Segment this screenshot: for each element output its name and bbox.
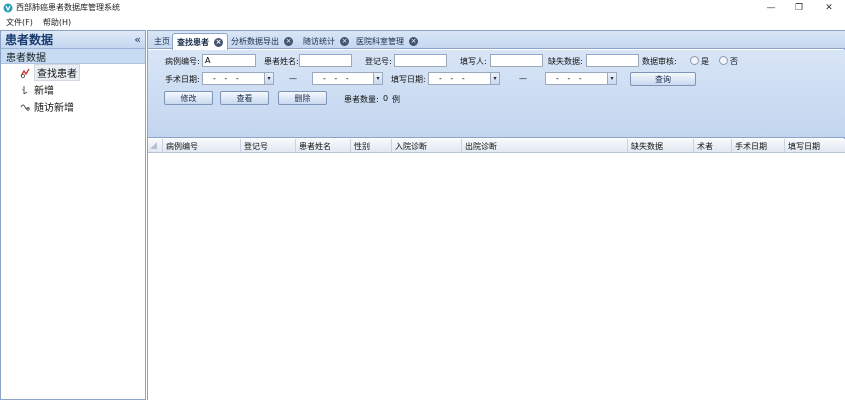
minimize-button[interactable]: — xyxy=(756,0,786,15)
case-no-label: 病例编号: xyxy=(165,57,200,66)
chevron-down-icon[interactable]: ▾ xyxy=(607,73,616,84)
nav-group-header[interactable]: 患者数据 xyxy=(1,49,145,64)
close-tab-icon[interactable]: × xyxy=(340,37,349,46)
tab-label: 分析数据导出 xyxy=(231,37,279,46)
review-no-radio[interactable] xyxy=(719,56,728,65)
add-icon xyxy=(21,85,28,94)
close-tab-icon[interactable]: × xyxy=(409,37,418,46)
nav-item-label: 新增 xyxy=(34,86,54,97)
tab-label: 查找患者 xyxy=(177,37,209,47)
collapse-panel-button[interactable]: « xyxy=(134,33,141,46)
review-yes-label: 是 xyxy=(701,57,709,66)
patient-count-value: 0 xyxy=(383,94,389,103)
title-bar: 西部肺癌患者数据库管理系统 xyxy=(0,0,845,15)
column-header[interactable]: 出院诊断 xyxy=(462,139,628,153)
tab-label: 主页 xyxy=(154,37,170,46)
column-header[interactable]: 登记号 xyxy=(241,139,296,153)
filter-panel: 病例编号: A 患者姓名: 登记号: 填写人: 缺失数据: 数据审核: 是 否 … xyxy=(148,50,845,138)
range-dash: — xyxy=(289,74,297,83)
main-area: 主页 查找患者 × 分析数据导出 × 随访统计 × 医院科室管理 × 病例编号:… xyxy=(147,30,845,400)
filler-label: 填写人: xyxy=(460,57,487,66)
case-no-input[interactable]: A xyxy=(202,54,256,67)
date-placeholder: - - - xyxy=(439,74,468,83)
tab-find-patient[interactable]: 查找患者 × xyxy=(172,33,228,50)
nav-item-find-patient[interactable]: 查找患者 xyxy=(1,64,145,81)
search-patient-icon xyxy=(20,68,30,78)
chevron-down-icon[interactable]: ▾ xyxy=(490,73,499,84)
tab-label: 随访统计 xyxy=(303,37,335,46)
surgery-date-from[interactable]: - - - ▾ xyxy=(202,72,274,85)
left-panel-title: 患者数据 xyxy=(5,33,54,47)
column-header[interactable]: 术者 xyxy=(694,139,732,153)
menu-file[interactable]: 文件(F) xyxy=(6,17,33,28)
nav-item-label: 查找患者 xyxy=(34,64,80,81)
chevron-down-icon[interactable]: ▾ xyxy=(373,73,382,84)
date-placeholder: - - - xyxy=(556,74,585,83)
fill-date-label: 填写日期: xyxy=(391,75,426,84)
date-placeholder: - - - xyxy=(213,74,242,83)
chevron-down-icon[interactable]: ▾ xyxy=(264,73,273,84)
edit-button[interactable]: 修改 xyxy=(164,91,213,105)
column-header[interactable]: 手术日期 xyxy=(732,139,785,153)
column-header[interactable]: 入院诊断 xyxy=(392,139,462,153)
nav-item-label: 随访新增 xyxy=(34,103,74,114)
patient-count-unit: 例 xyxy=(392,95,400,104)
grid-corner-icon[interactable] xyxy=(148,139,163,153)
app-logo-icon xyxy=(3,3,13,12)
date-placeholder: - - - xyxy=(323,74,352,83)
review-yes-radio[interactable] xyxy=(690,56,699,65)
column-header[interactable]: 填写日期 xyxy=(785,139,845,153)
patient-name-input[interactable] xyxy=(299,54,352,67)
patient-grid[interactable]: 病例编号 登记号 患者姓名 性别 入院诊断 出院诊断 缺失数据 术者 手术日期 … xyxy=(148,139,845,400)
column-header[interactable]: 性别 xyxy=(351,139,392,153)
tab-followup-stats[interactable]: 随访统计 × xyxy=(298,33,354,49)
tab-label: 医院科室管理 xyxy=(356,37,404,46)
patient-count-label: 患者数量: xyxy=(344,95,379,104)
delete-button[interactable]: 删除 xyxy=(278,91,327,105)
fill-date-from[interactable]: - - - ▾ xyxy=(428,72,500,85)
column-header[interactable]: 病例编号 xyxy=(163,139,241,153)
register-no-input[interactable] xyxy=(394,54,447,67)
review-no-label: 否 xyxy=(730,57,738,66)
tab-hospital-dept[interactable]: 医院科室管理 × xyxy=(351,33,423,49)
surgery-date-label: 手术日期: xyxy=(165,75,200,84)
window-title: 西部肺癌患者数据库管理系统 xyxy=(16,3,120,12)
data-review-label: 数据审核: xyxy=(642,57,677,66)
missing-data-input[interactable] xyxy=(586,54,639,67)
tab-export-analysis[interactable]: 分析数据导出 × xyxy=(226,33,298,49)
grid-header: 病例编号 登记号 患者姓名 性别 入院诊断 出院诊断 缺失数据 术者 手术日期 … xyxy=(148,139,845,153)
query-button[interactable]: 查询 xyxy=(630,72,696,86)
close-tab-icon[interactable]: × xyxy=(284,37,293,46)
followup-icon xyxy=(20,104,30,111)
view-button[interactable]: 查看 xyxy=(220,91,269,105)
patient-name-label: 患者姓名: xyxy=(264,57,299,66)
register-no-label: 登记号: xyxy=(365,57,392,66)
tab-strip: 主页 查找患者 × 分析数据导出 × 随访统计 × 医院科室管理 × xyxy=(148,31,845,50)
left-panel-header: 患者数据 « xyxy=(1,31,145,49)
column-header[interactable]: 患者姓名 xyxy=(296,139,351,153)
left-panel: 患者数据 « 患者数据 查找患者 新增 随访新增 xyxy=(0,30,146,400)
filler-input[interactable] xyxy=(490,54,543,67)
range-dash: — xyxy=(519,74,527,83)
column-header[interactable]: 缺失数据 xyxy=(628,139,694,153)
nav-item-followup-add[interactable]: 随访新增 xyxy=(1,98,145,115)
restore-button[interactable]: ❐ xyxy=(784,0,814,15)
close-tab-icon[interactable]: × xyxy=(214,37,223,47)
surgery-date-to[interactable]: - - - ▾ xyxy=(312,72,383,85)
missing-data-label: 缺失数据: xyxy=(548,57,583,66)
close-window-button[interactable]: ✕ xyxy=(814,0,844,15)
nav-item-add[interactable]: 新增 xyxy=(1,81,145,98)
menu-help[interactable]: 帮助(H) xyxy=(43,17,71,28)
menu-bar: 文件(F) 帮助(H) xyxy=(0,15,845,29)
fill-date-to[interactable]: - - - ▾ xyxy=(545,72,617,85)
